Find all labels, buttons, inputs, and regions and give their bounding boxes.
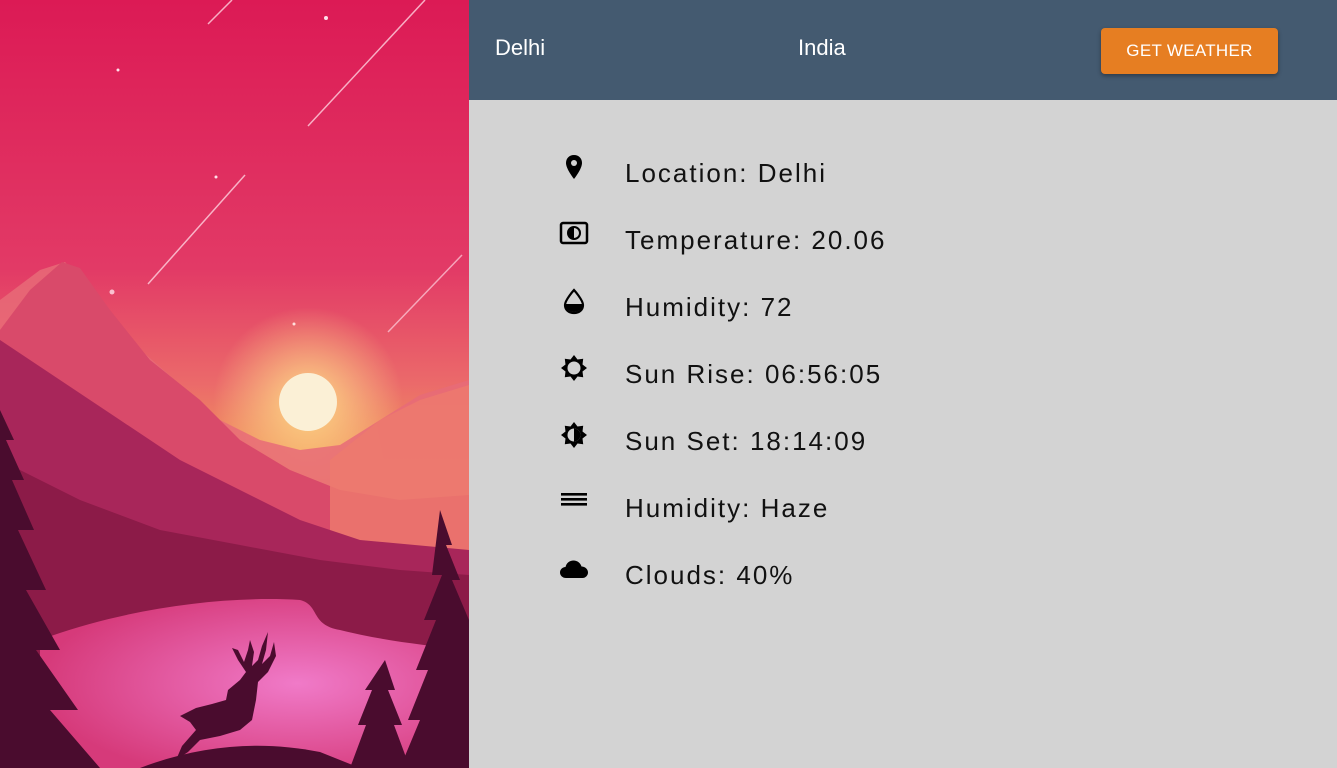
- sunset-icon: [561, 422, 587, 448]
- sunrise-label: Sun Rise: 06:56:05: [625, 359, 883, 389]
- city-input[interactable]: [495, 30, 735, 66]
- search-header: GET WEATHER: [469, 0, 1337, 100]
- thermometer-icon: [559, 221, 589, 245]
- droplet-icon: [563, 288, 585, 315]
- location-label: Location: Delhi: [625, 158, 827, 188]
- clouds-label: Clouds: 40%: [625, 560, 795, 590]
- temperature-label: Temperature: 20.06: [625, 225, 887, 255]
- sunrise-icon: [561, 355, 587, 381]
- humidity-label: Humidity: 72: [625, 292, 794, 322]
- get-weather-button[interactable]: GET WEATHER: [1101, 28, 1278, 74]
- haze-icon: [561, 493, 587, 506]
- sunset-label: Sun Set: 18:14:09: [625, 426, 868, 456]
- location-pin-icon: [566, 155, 582, 179]
- cloud-icon: [560, 560, 588, 578]
- country-input[interactable]: [798, 30, 1038, 66]
- sunset-landscape-illustration: [0, 0, 469, 768]
- condition-label: Humidity: Haze: [625, 493, 830, 523]
